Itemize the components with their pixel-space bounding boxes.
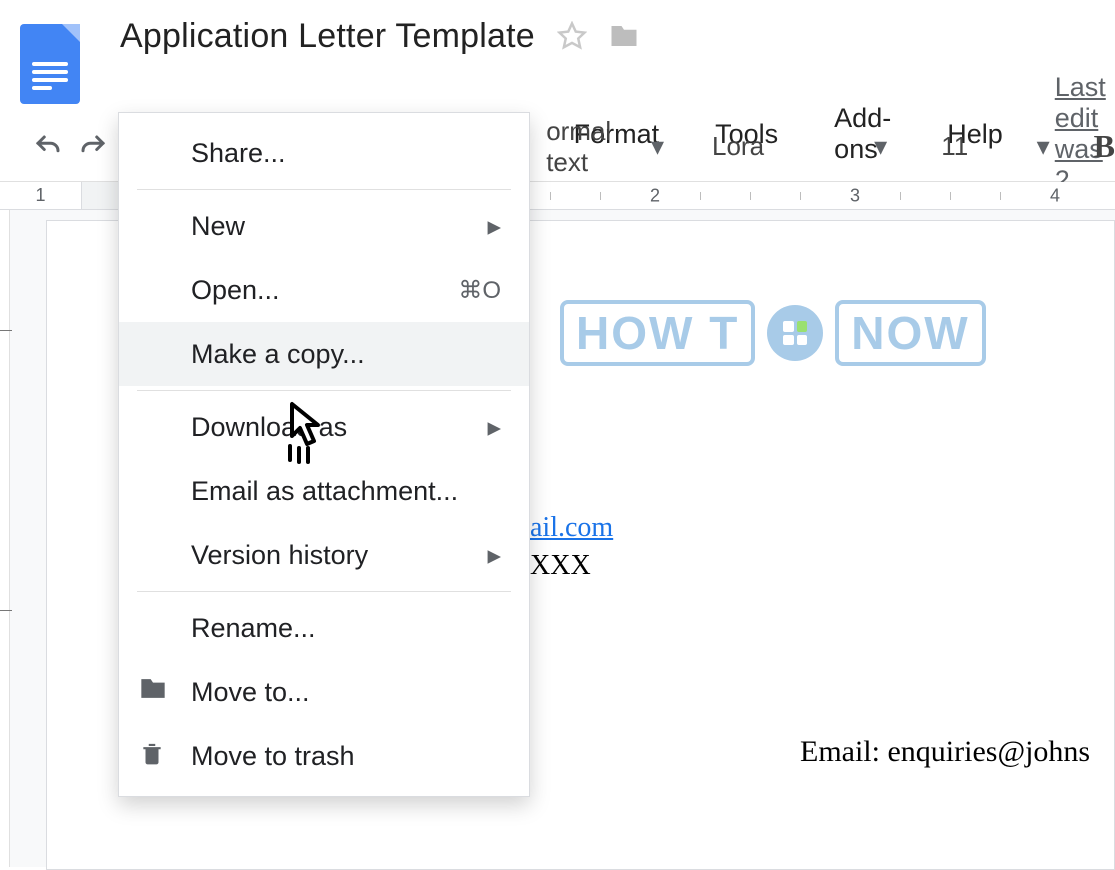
caret-down-icon: ▾ <box>651 131 664 162</box>
font-value: Lora <box>712 131 764 162</box>
submenu-caret-icon: ▸ <box>487 540 501 571</box>
menu-label: Rename... <box>191 613 316 644</box>
menu-shortcut: ⌘O <box>458 276 501 305</box>
file-menu-open[interactable]: Open... ⌘O <box>119 258 529 322</box>
watermark-text-1: HOW T <box>560 300 755 366</box>
menu-label: Move to... <box>191 677 310 708</box>
font-select[interactable]: Lora ▾ <box>702 127 897 166</box>
document-email-line: Email: enquiries@johns <box>800 735 1090 769</box>
header: Application Letter Template File Edit Vi… <box>0 0 1115 112</box>
pointer-cursor-icon <box>272 398 332 473</box>
ruler-tick: 3 <box>850 185 860 206</box>
file-menu-move-to-trash[interactable]: Move to trash <box>119 724 529 788</box>
watermark-logo-icon <box>767 305 823 361</box>
menu-label: Version history <box>191 540 368 571</box>
document-title[interactable]: Application Letter Template <box>120 17 535 56</box>
redo-button[interactable] <box>75 125 112 169</box>
file-menu-make-copy[interactable]: Make a copy... <box>119 322 529 386</box>
paragraph-style-select[interactable]: ormal text ▾ <box>536 112 674 182</box>
font-size-value: 11 <box>941 131 968 162</box>
ruler-tick: 2 <box>650 185 660 206</box>
font-size-select[interactable]: 11 ▾ <box>931 127 1059 166</box>
menu-label: Share... <box>191 138 286 169</box>
watermark-text-2: NOW <box>835 300 985 366</box>
undo-button[interactable] <box>30 125 67 169</box>
submenu-caret-icon: ▸ <box>487 412 501 443</box>
menu-label: Email as attachment... <box>191 476 458 507</box>
folder-icon <box>139 677 167 708</box>
file-menu-rename[interactable]: Rename... <box>119 596 529 660</box>
menu-label: New <box>191 211 245 242</box>
ruler-horizontal[interactable]: 2 3 4 <box>530 182 1115 209</box>
ruler-left-num: 1 <box>0 182 82 209</box>
file-menu-version-history[interactable]: Version history ▸ <box>119 523 529 587</box>
ruler-tick: 4 <box>1050 185 1060 206</box>
watermark: HOW T NOW <box>560 300 986 366</box>
folder-icon[interactable] <box>609 23 639 49</box>
ruler-vertical[interactable] <box>0 210 10 867</box>
document-hyperlink[interactable]: ail.com <box>530 512 613 544</box>
file-menu-new[interactable]: New ▸ <box>119 194 529 258</box>
paragraph-style-value: ormal text <box>546 116 637 178</box>
menu-label: Open... <box>191 275 280 306</box>
menu-label: Move to trash <box>191 741 355 772</box>
caret-down-icon: ▾ <box>874 131 887 162</box>
file-menu-share[interactable]: Share... <box>119 121 529 185</box>
docs-logo[interactable] <box>20 24 80 104</box>
menu-label: Make a copy... <box>191 339 365 370</box>
caret-down-icon: ▾ <box>1037 131 1050 162</box>
submenu-caret-icon: ▸ <box>487 211 501 242</box>
bold-button[interactable]: B <box>1094 128 1115 165</box>
document-text: XXX <box>530 550 591 582</box>
trash-icon <box>139 739 165 774</box>
star-icon[interactable] <box>557 21 587 51</box>
file-menu-move-to[interactable]: Move to... <box>119 660 529 724</box>
